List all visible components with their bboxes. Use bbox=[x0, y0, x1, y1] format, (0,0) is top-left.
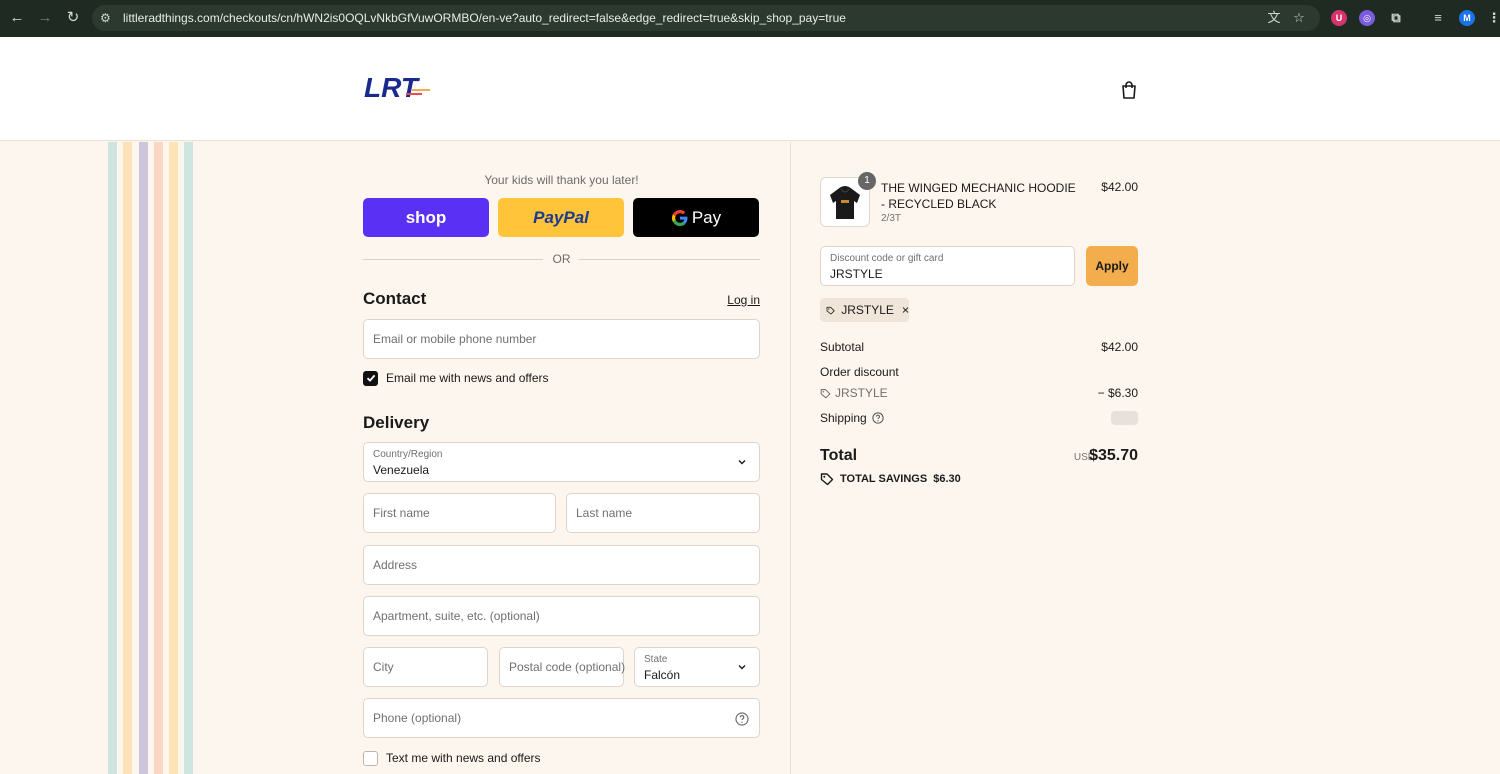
reload-icon[interactable]: ↻ bbox=[64, 9, 82, 27]
subtotal-row: Subtotal $42.00 bbox=[820, 340, 1138, 354]
or-label: OR bbox=[552, 252, 571, 266]
decorative-stripes bbox=[108, 142, 194, 774]
last-name-placeholder: Last name bbox=[576, 506, 633, 520]
newsletter-checkbox-row[interactable]: Email me with news and offers bbox=[363, 370, 549, 386]
apartment-field[interactable]: Apartment, suite, etc. (optional) bbox=[363, 596, 760, 636]
email-placeholder: Email or mobile phone number bbox=[373, 332, 537, 346]
cart-icon[interactable] bbox=[1119, 80, 1139, 100]
site-settings-icon[interactable]: ⚙ bbox=[100, 11, 114, 25]
extension-icon[interactable]: ◎ bbox=[1359, 10, 1375, 26]
total-amount: $35.70 bbox=[1089, 447, 1138, 464]
quantity-badge: 1 bbox=[858, 172, 876, 190]
chevron-down-icon bbox=[738, 460, 746, 465]
google-g-icon bbox=[671, 209, 688, 226]
shipping-row: Shipping bbox=[820, 411, 1138, 425]
discount-code-field[interactable]: Discount code or gift card JRSTYLE bbox=[820, 246, 1075, 286]
order-discount-label: Order discount bbox=[820, 365, 899, 379]
order-discount-row: Order discount bbox=[820, 365, 1138, 379]
last-name-field[interactable]: Last name bbox=[566, 493, 760, 533]
state-value: Falcón bbox=[644, 668, 681, 682]
product-name: THE WINGED MECHANIC HOODIE - RECYCLED BL… bbox=[881, 181, 1076, 211]
product-price: $42.00 bbox=[1101, 180, 1138, 194]
paypal-button[interactable]: PayPal bbox=[498, 198, 624, 237]
applied-code-text: JRSTYLE bbox=[841, 303, 894, 317]
bookmark-star-icon[interactable]: ☆ bbox=[1291, 10, 1307, 26]
google-pay-label: Pay bbox=[691, 207, 722, 227]
discount-code-row: JRSTYLE − $6.30 bbox=[820, 386, 1138, 400]
applied-discount-chip: JRSTYLE bbox=[820, 298, 909, 322]
address-field[interactable]: Address bbox=[363, 545, 760, 585]
phone-field[interactable]: Phone (optional) bbox=[363, 698, 760, 738]
column-divider bbox=[790, 142, 791, 774]
reading-list-icon[interactable]: ≡ bbox=[1430, 10, 1446, 26]
newsletter-checkbox[interactable] bbox=[363, 370, 378, 386]
country-label: Country/Region bbox=[373, 449, 443, 460]
country-select[interactable]: Country/Region Venezuela bbox=[363, 442, 760, 482]
first-name-field[interactable]: First name bbox=[363, 493, 556, 533]
discount-field-value: JRSTYLE bbox=[830, 267, 883, 281]
extension-icon[interactable]: U bbox=[1331, 10, 1347, 26]
store-logo[interactable]: LRT bbox=[364, 72, 434, 102]
shipping-label: Shipping bbox=[820, 411, 867, 425]
sms-checkbox-row[interactable]: Text me with news and offers bbox=[363, 750, 541, 766]
city-placeholder: City bbox=[373, 660, 394, 674]
newsletter-label: Email me with news and offers bbox=[386, 371, 549, 385]
tag-icon bbox=[820, 473, 834, 486]
phone-placeholder: Phone (optional) bbox=[373, 711, 462, 725]
subtotal-label: Subtotal bbox=[820, 340, 865, 354]
tag-icon bbox=[826, 306, 835, 315]
paypal-label: PayPal bbox=[533, 207, 589, 227]
chevron-down-icon bbox=[738, 665, 746, 670]
url-text[interactable]: littleradthings.com/checkouts/cn/hWN2is0… bbox=[123, 11, 846, 25]
shop-pay-label: shop bbox=[405, 207, 447, 227]
savings-value: $6.30 bbox=[933, 473, 961, 485]
total-savings: TOTAL SAVINGS $6.30 bbox=[820, 472, 961, 486]
tag-icon bbox=[820, 388, 831, 398]
delivery-heading: Delivery bbox=[363, 413, 430, 432]
email-field[interactable]: Email or mobile phone number bbox=[363, 319, 760, 359]
or-divider: OR bbox=[363, 252, 760, 266]
contact-heading: Contact bbox=[363, 289, 427, 308]
browser-toolbar: ← → ↻ ⚙ littleradthings.com/checkouts/cn… bbox=[0, 0, 1500, 37]
address-bar[interactable]: ⚙ littleradthings.com/checkouts/cn/hWN2i… bbox=[92, 5, 1320, 31]
postal-code-placeholder: Postal code (optional) bbox=[509, 660, 626, 674]
translate-icon[interactable]: 文 bbox=[1266, 10, 1282, 26]
express-tagline: Your kids will thank you later! bbox=[484, 173, 639, 187]
apartment-placeholder: Apartment, suite, etc. (optional) bbox=[373, 609, 540, 623]
menu-kebab-icon[interactable]: ⋮ bbox=[1486, 10, 1500, 26]
discount-field-label: Discount code or gift card bbox=[830, 253, 944, 264]
svg-text:LRT: LRT bbox=[364, 72, 421, 102]
profile-avatar[interactable]: M bbox=[1459, 10, 1475, 26]
savings-label: TOTAL SAVINGS bbox=[840, 473, 928, 485]
apply-discount-button[interactable]: Apply bbox=[1086, 246, 1138, 286]
state-label: State bbox=[644, 654, 668, 665]
checkout-form: Your kids will thank you later! shop Pay… bbox=[363, 142, 760, 774]
product-variant: 2/3T bbox=[881, 213, 902, 224]
order-summary: 1 THE WINGED MECHANIC HOODIE - RECYCLED … bbox=[820, 142, 1138, 542]
shipping-loading-placeholder bbox=[1111, 411, 1138, 425]
help-circle-icon[interactable] bbox=[735, 712, 749, 726]
address-placeholder: Address bbox=[373, 558, 418, 572]
city-field[interactable]: City bbox=[363, 647, 488, 687]
remove-discount-icon[interactable] bbox=[902, 305, 909, 315]
state-select[interactable]: State Falcón bbox=[634, 647, 760, 687]
sms-checkbox[interactable] bbox=[363, 750, 378, 766]
checkmark-icon bbox=[366, 374, 375, 382]
sms-label: Text me with news and offers bbox=[386, 751, 541, 765]
extensions-puzzle-icon[interactable]: ⧉ bbox=[1388, 10, 1404, 26]
discount-amount: − $6.30 bbox=[1097, 386, 1138, 400]
forward-icon[interactable]: → bbox=[36, 9, 54, 27]
site-header bbox=[0, 37, 1500, 141]
first-name-placeholder: First name bbox=[373, 506, 430, 520]
log-in-link[interactable]: Log in bbox=[727, 293, 760, 307]
help-circle-icon[interactable] bbox=[872, 412, 884, 424]
back-icon[interactable]: ← bbox=[8, 9, 26, 27]
subtotal-value: $42.00 bbox=[1101, 340, 1138, 354]
postal-code-field[interactable]: Postal code (optional) bbox=[499, 647, 626, 687]
discount-code-label: JRSTYLE bbox=[835, 386, 888, 400]
shop-pay-button[interactable]: shop bbox=[363, 198, 489, 237]
total-label: Total bbox=[820, 447, 858, 464]
google-pay-button[interactable]: Pay bbox=[633, 198, 759, 237]
country-value: Venezuela bbox=[373, 463, 430, 477]
